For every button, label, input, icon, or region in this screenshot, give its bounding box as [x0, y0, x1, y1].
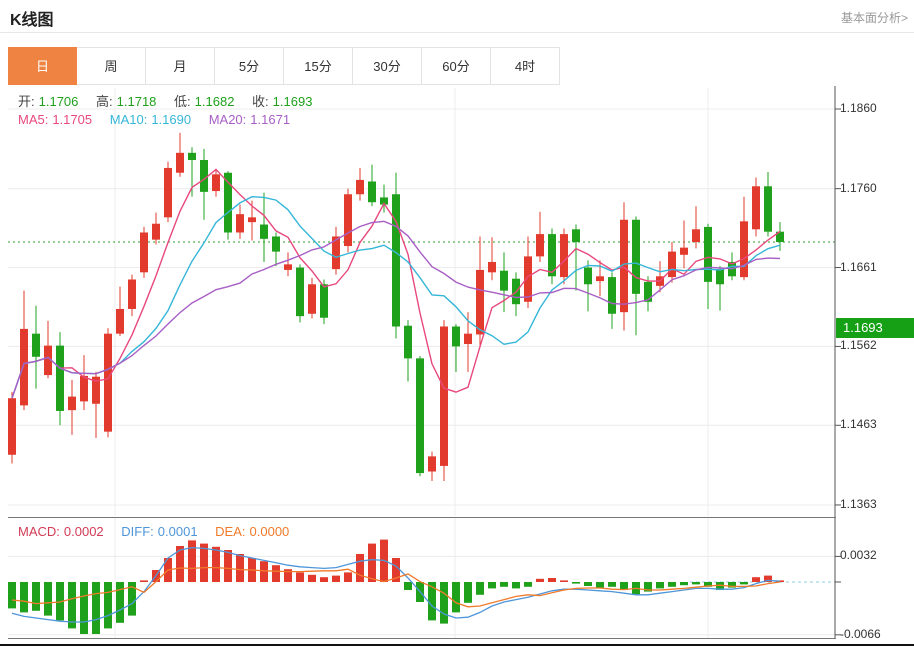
tab-day[interactable]: 日 [8, 47, 77, 85]
candlestick-canvas[interactable] [0, 86, 914, 518]
low-label: 低: [174, 94, 191, 109]
macd-value: 0.0002 [64, 524, 104, 539]
tab-week[interactable]: 周 [77, 47, 146, 85]
macd-bottom-border [8, 638, 836, 639]
price-axis-label: 1.1363 [840, 497, 877, 511]
close-value: 1.1693 [273, 94, 313, 109]
open-label: 开: [18, 94, 35, 109]
fundamental-analysis-link[interactable]: 基本面分析> [841, 9, 908, 26]
ma10-value: 1.1690 [151, 112, 191, 127]
high-value: 1.1718 [117, 94, 157, 109]
diff-label: DIFF: [121, 524, 154, 539]
macd-readout: MACD: 0.0002 DIFF: 0.0001 DEA: 0.0000 [18, 524, 293, 539]
dea-value: 0.0000 [250, 524, 290, 539]
close-label: 收: [252, 94, 269, 109]
price-axis-label: 1.1661 [840, 260, 877, 274]
tab-60min[interactable]: 60分 [422, 47, 491, 85]
ma5-value: 1.1705 [52, 112, 92, 127]
price-axis-line [835, 86, 841, 518]
macd-histogram [8, 540, 784, 634]
tab-4hour[interactable]: 4时 [491, 47, 560, 85]
open-value: 1.1706 [39, 94, 79, 109]
high-label: 高: [96, 94, 113, 109]
ma20-value: 1.1671 [250, 112, 290, 127]
tab-month[interactable]: 月 [146, 47, 215, 85]
ma-readout: MA5: 1.1705 MA10:1.1690 MA20:1.1671 [18, 112, 294, 127]
tab-30min[interactable]: 30分 [353, 47, 422, 85]
ma5-label: MA5: [18, 112, 48, 127]
diff-value: 0.0001 [158, 524, 198, 539]
candles [8, 133, 784, 481]
ma10-label: MA10: [110, 112, 148, 127]
macd-label: MACD: [18, 524, 60, 539]
panel-divider [8, 517, 836, 518]
price-axis-label: 1.1562 [840, 338, 877, 352]
tab-5min[interactable]: 5分 [215, 47, 284, 85]
price-axis-label: 1.1463 [840, 417, 877, 431]
title-bar: K线图 基本面分析> [0, 0, 914, 33]
page-title: K线图 [10, 6, 54, 30]
ma20-label: MA20: [209, 112, 247, 127]
price-axis-label: 1.1760 [840, 181, 877, 195]
current-price-value: 1.1693 [836, 318, 914, 338]
price-axis-label: 1.1860 [840, 101, 877, 115]
macd-axis-line [835, 518, 841, 639]
current-price-badge: 1.1693 [836, 318, 914, 338]
low-value: 1.1682 [195, 94, 235, 109]
page-bottom-border [0, 644, 914, 646]
chart-area: 开: 1.1706 高: 1.1718 低: 1.1682 收: 1.1693 MA5:… [0, 86, 914, 647]
ohlc-readout: 开: 1.1706 高: 1.1718 低: 1.1682 收: 1.1693 [18, 91, 316, 110]
tab-15min[interactable]: 15分 [284, 47, 353, 85]
macd-axis-label: -0.0066 [840, 627, 881, 641]
dea-label: DEA: [215, 524, 245, 539]
timeframe-tabs: 日周月5分15分30分60分4时 [8, 47, 560, 85]
kline-page: K线图 基本面分析> 日周月5分15分30分60分4时 开: 1.1706 高: 1… [0, 0, 914, 647]
macd-axis-label: 0.0032 [840, 548, 877, 562]
